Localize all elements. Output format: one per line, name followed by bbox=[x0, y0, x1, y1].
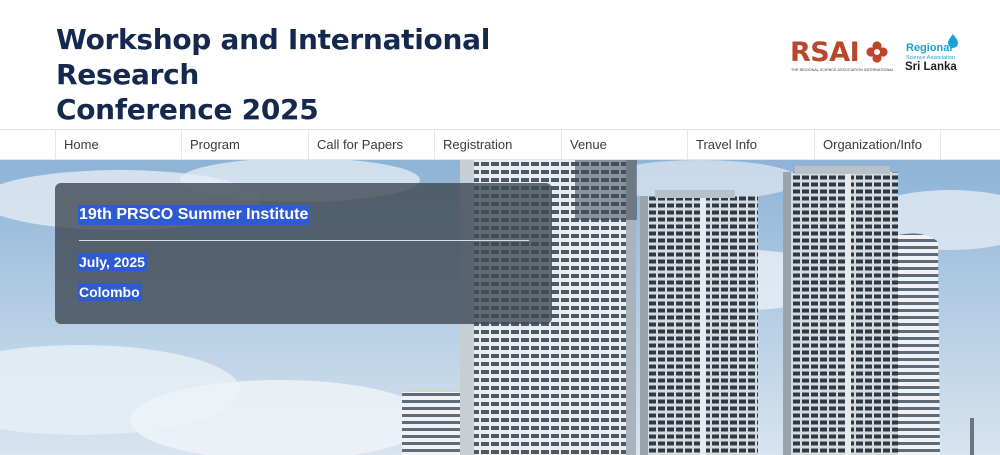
nav-item-venue[interactable]: Venue bbox=[561, 130, 688, 159]
rsai-logo[interactable]: RSAI THE REGIONAL SCIENCE ASSOCIATION IN… bbox=[790, 37, 894, 78]
event-title: 19th PRSCO Summer Institute bbox=[78, 205, 311, 225]
site-title-line-2: Conference 2025 bbox=[56, 93, 319, 126]
nav-divider bbox=[940, 130, 941, 159]
nav-item-registration[interactable]: Registration bbox=[434, 130, 561, 159]
rsai-logo-word: RSAI bbox=[790, 37, 860, 68]
nav-item-travel-info[interactable]: Travel Info bbox=[687, 130, 814, 159]
rsl-regional-text: Regional bbox=[906, 42, 953, 54]
event-info-divider bbox=[79, 240, 529, 241]
nav-item-call-for-papers[interactable]: Call for Papers bbox=[308, 130, 435, 159]
site-title[interactable]: Workshop and International Research Conf… bbox=[56, 22, 616, 127]
event-info-card: 19th PRSCO Summer Institute July, 2025 C… bbox=[55, 183, 552, 324]
rsai-flower-icon bbox=[866, 41, 888, 63]
rsa-sri-lanka-logo[interactable]: Regional Science Association Sri Lanka bbox=[903, 34, 963, 80]
nav-item-program[interactable]: Program bbox=[181, 130, 308, 159]
main-nav: Home Program Call for Papers Registratio… bbox=[0, 129, 1000, 160]
site-title-line-1: Workshop and International Research bbox=[56, 23, 491, 91]
event-location: Colombo bbox=[78, 283, 142, 301]
rsai-logo-subtitle: THE REGIONAL SCIENCE ASSOCIATION INTERNA… bbox=[791, 68, 894, 72]
rsl-sri-lanka-text: Sri Lanka bbox=[905, 61, 957, 73]
site-header: Workshop and International Research Conf… bbox=[0, 0, 1000, 129]
nav-item-home[interactable]: Home bbox=[55, 130, 182, 159]
nav-item-organization-info[interactable]: Organization/Info bbox=[814, 130, 941, 159]
event-date: July, 2025 bbox=[78, 253, 147, 271]
